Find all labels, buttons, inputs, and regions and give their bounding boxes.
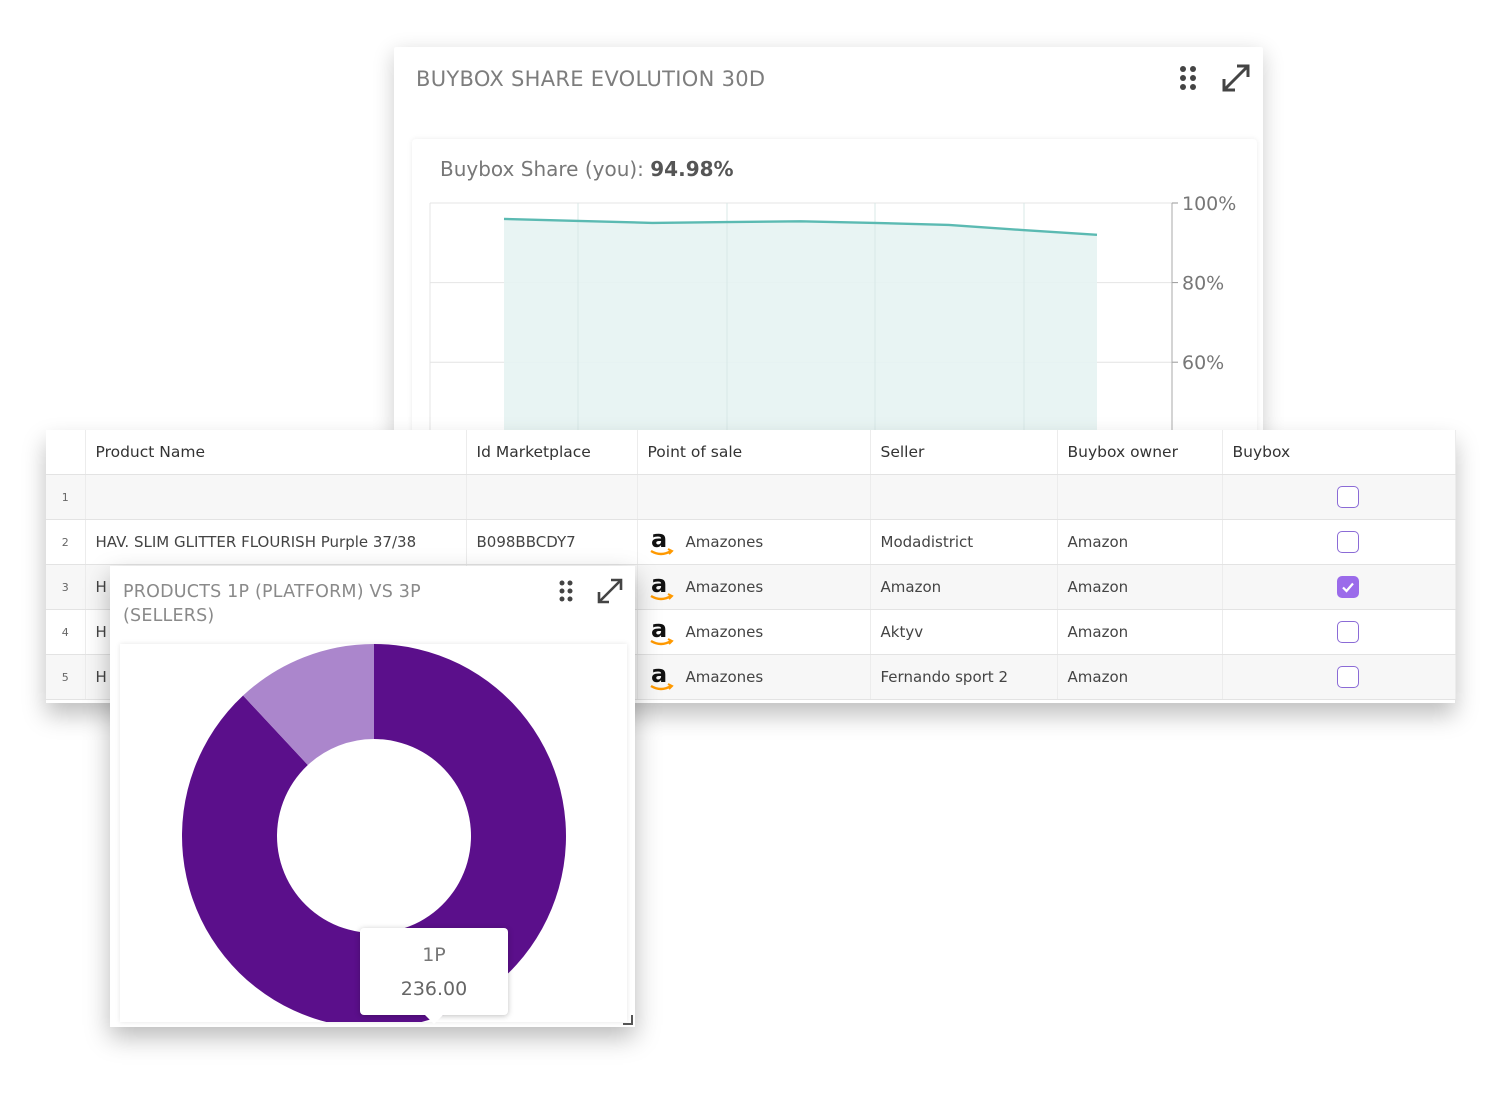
buybox-cell xyxy=(1222,564,1456,610)
seller-cell: Amazon xyxy=(870,564,1058,610)
amazon-logo-icon: a xyxy=(649,617,674,646)
donut-chart-panel: 1P 236.00 xyxy=(120,644,627,1024)
buybox-owner-cell: Amazon xyxy=(1057,609,1223,655)
buybox-card-tools xyxy=(1171,61,1253,95)
row-index: 4 xyxy=(46,609,86,655)
buybox-checkbox[interactable] xyxy=(1336,576,1359,598)
table-row[interactable]: 2 HAV. SLIM GLITTER FLOURISH Purple 37/38… xyxy=(46,519,1456,565)
header-point-of-sale[interactable]: Point of sale xyxy=(637,430,871,475)
product-name-cell: HAV. SLIM GLITTER FLOURISH Purple 37/38 xyxy=(85,519,467,565)
id-marketplace-cell xyxy=(466,474,638,520)
svg-text:a: a xyxy=(651,572,667,598)
point-of-sale-cell: a Amazones xyxy=(637,654,871,700)
buybox-owner-cell: Amazon xyxy=(1057,564,1223,610)
buybox-checkbox[interactable] xyxy=(1336,666,1359,688)
drag-grip-icon[interactable] xyxy=(549,574,583,608)
y-tick-label: 60% xyxy=(1182,352,1224,374)
buybox-cell xyxy=(1222,474,1456,520)
point-of-sale-label: Amazones xyxy=(685,623,764,641)
row-index: 1 xyxy=(46,474,86,520)
tooltip-value: 236.00 xyxy=(400,978,468,1000)
svg-text:a: a xyxy=(651,527,667,553)
table-row[interactable]: 1 xyxy=(46,474,1456,520)
amazon-logo-icon: a xyxy=(649,662,674,691)
id-marketplace-cell: B098BBCDY7 xyxy=(466,519,638,565)
header-buybox[interactable]: Buybox xyxy=(1222,430,1456,475)
check-icon xyxy=(1341,582,1354,593)
expand-icon[interactable] xyxy=(1219,61,1253,95)
expand-icon[interactable] xyxy=(593,574,627,608)
header-seller[interactable]: Seller xyxy=(870,430,1058,475)
header-product-name[interactable]: Product Name xyxy=(85,430,467,475)
donut-card-title: PRODUCTS 1P (PLATFORM) VS 3P (SELLERS) xyxy=(123,582,421,626)
row-index: 5 xyxy=(46,654,86,700)
svg-text:a: a xyxy=(651,662,667,688)
products-1p-3p-card: PRODUCTS 1P (PLATFORM) VS 3P (SELLERS) 1… xyxy=(110,566,635,1027)
point-of-sale-cell: a Amazones xyxy=(637,609,871,655)
amazon-logo-icon: a xyxy=(649,527,674,556)
donut-card-tools xyxy=(549,574,627,608)
product-name-cell xyxy=(85,474,467,520)
point-of-sale-label: Amazones xyxy=(685,668,764,686)
buybox-cell xyxy=(1222,519,1456,565)
amazon-logo-icon: a xyxy=(649,572,674,601)
seller-cell xyxy=(870,474,1058,520)
point-of-sale-label: Amazones xyxy=(685,578,764,596)
header-id-marketplace[interactable]: Id Marketplace xyxy=(466,430,638,475)
tooltip-arrow xyxy=(424,1014,444,1024)
buybox-owner-cell xyxy=(1057,474,1223,520)
tooltip-label: 1P xyxy=(422,944,446,966)
header-index xyxy=(46,430,86,475)
buybox-cell xyxy=(1222,654,1456,700)
y-tick-label: 100% xyxy=(1182,193,1236,215)
buybox-checkbox[interactable] xyxy=(1336,621,1359,643)
y-tick-label: 80% xyxy=(1182,273,1224,295)
buybox-cell xyxy=(1222,609,1456,655)
drag-grip-icon[interactable] xyxy=(1171,61,1205,95)
row-index: 2 xyxy=(46,519,86,565)
buybox-card-title: BUYBOX SHARE EVOLUTION 30D xyxy=(416,67,766,91)
point-of-sale-cell: a Amazones xyxy=(637,564,871,610)
buybox-checkbox[interactable] xyxy=(1336,486,1359,508)
point-of-sale-label: Amazones xyxy=(685,533,764,551)
donut-tooltip: 1P 236.00 xyxy=(360,928,508,1024)
header-buybox-owner[interactable]: Buybox owner xyxy=(1057,430,1223,475)
buybox-owner-cell: Amazon xyxy=(1057,519,1223,565)
seller-cell: Modadistrict xyxy=(870,519,1058,565)
buybox-checkbox[interactable] xyxy=(1336,531,1359,553)
point-of-sale-cell: a Amazones xyxy=(637,519,871,565)
resize-handle[interactable] xyxy=(623,1015,633,1025)
table-header-row: Product Name Id Marketplace Point of sal… xyxy=(46,430,1456,475)
buybox-owner-cell: Amazon xyxy=(1057,654,1223,700)
row-index: 3 xyxy=(46,564,86,610)
point-of-sale-cell xyxy=(637,474,871,520)
seller-cell: Fernando sport 2 xyxy=(870,654,1058,700)
seller-cell: Aktyv xyxy=(870,609,1058,655)
svg-text:a: a xyxy=(651,617,667,643)
